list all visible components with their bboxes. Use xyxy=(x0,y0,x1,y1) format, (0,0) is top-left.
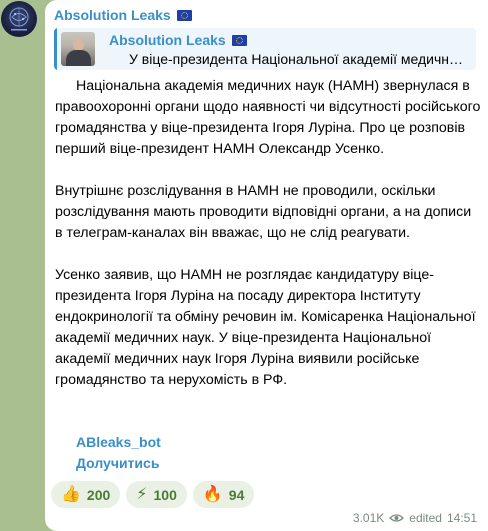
message-paragraph: Національна академія медичних наук (НАМН… xyxy=(55,78,481,157)
message-links: ABleaks_bot Долучитись xyxy=(76,432,161,474)
eye-icon xyxy=(389,514,405,522)
reaction-fire[interactable]: 🔥 94 xyxy=(192,481,255,508)
message-paragraph: Усенко заявив, що НАМН не розглядає канд… xyxy=(55,267,476,388)
views-count: 3.01K xyxy=(352,511,385,525)
bot-link[interactable]: ABleaks_bot xyxy=(76,432,161,453)
reply-preview[interactable]: Absolution Leaks У віце-президента Націо… xyxy=(54,28,476,70)
reply-sender: Absolution Leaks xyxy=(109,32,247,48)
reaction-count: 200 xyxy=(86,486,111,503)
reactions-bar: 👍 200 ⚡ 100 🔥 94 xyxy=(51,481,255,508)
eu-flag-icon xyxy=(231,34,247,46)
brain-globe-avatar-icon xyxy=(9,7,29,31)
edited-label: edited xyxy=(409,511,442,525)
channel-avatar[interactable] xyxy=(1,1,37,37)
reaction-lightning[interactable]: ⚡ 100 xyxy=(126,481,187,508)
thumbs-up-icon: 👍 xyxy=(61,485,81,503)
reaction-thumbs-up[interactable]: 👍 200 xyxy=(51,481,121,508)
reply-accent-bar xyxy=(54,28,57,70)
reply-sender-label: Absolution Leaks xyxy=(109,32,226,48)
message-paragraph: Внутрішнє розслідування в НАМН не провод… xyxy=(55,183,472,241)
channel-name[interactable]: Absolution Leaks xyxy=(54,7,192,23)
message-time: 14:51 xyxy=(446,511,477,525)
person-photo-icon xyxy=(61,32,95,66)
lightning-icon: ⚡ xyxy=(136,485,148,503)
reaction-count: 94 xyxy=(228,486,245,503)
message-bubble: Absolution Leaks Absolution Leaks У віце… xyxy=(45,0,488,531)
eu-flag-icon xyxy=(176,9,192,21)
reaction-count: 100 xyxy=(153,486,177,503)
message-meta: 3.01K edited 14:51 xyxy=(353,511,477,525)
join-link[interactable]: Долучитись xyxy=(76,453,161,474)
fire-icon: 🔥 xyxy=(202,485,223,503)
message-text: Національна академія медичних наук (НАМН… xyxy=(55,76,481,412)
channel-name-label: Absolution Leaks xyxy=(54,7,171,23)
reply-text: У віце-президента Національної академії … xyxy=(129,51,469,67)
